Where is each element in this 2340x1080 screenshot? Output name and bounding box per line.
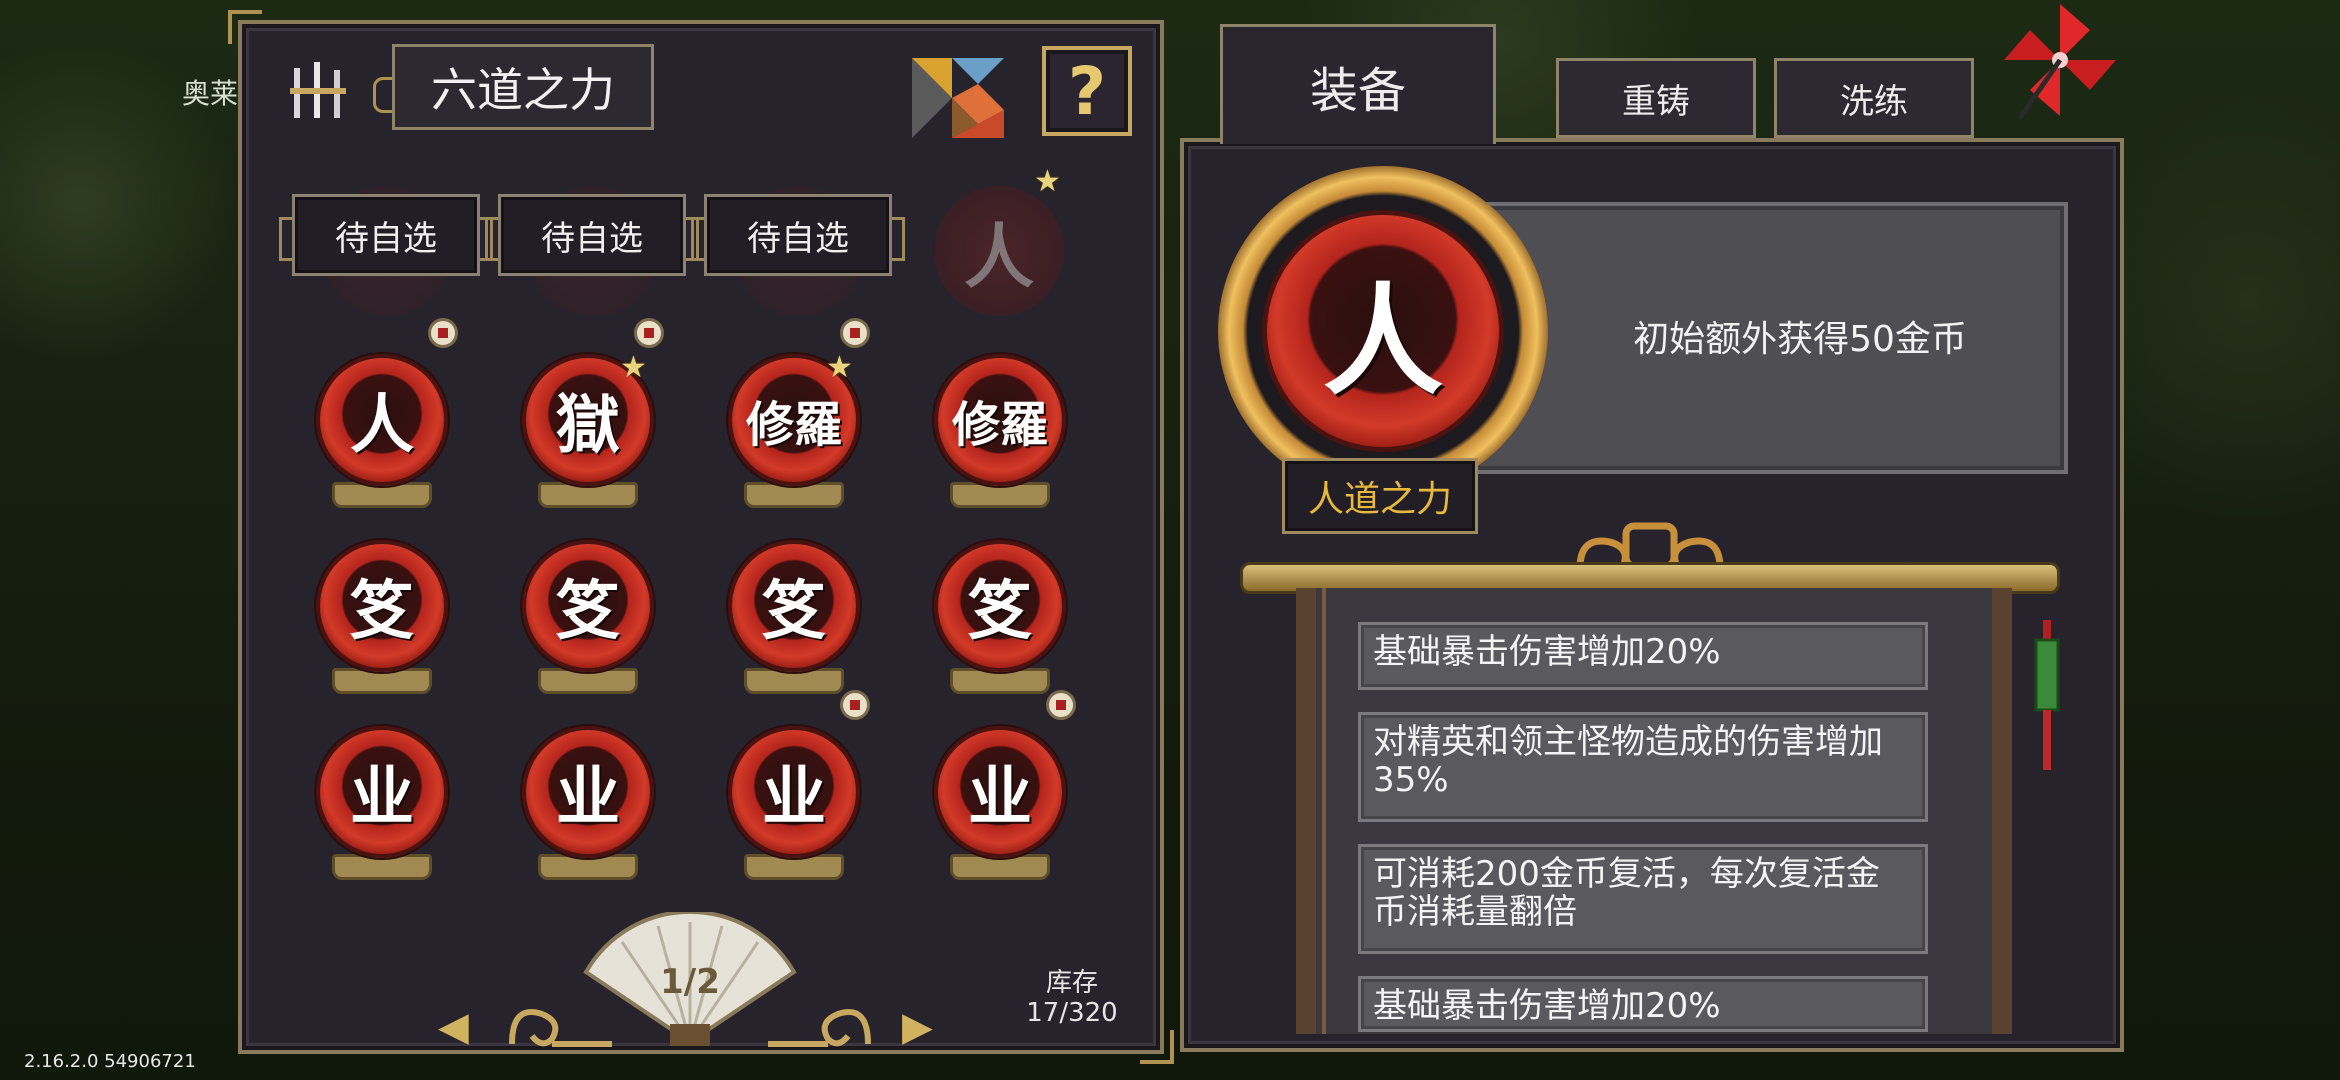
orb-slot[interactable]: 笅 [518, 540, 658, 710]
orb-slot[interactable]: 修羅 [930, 354, 1070, 524]
attribute-row-4: 基础暴击伤害增加20% [1358, 976, 1928, 1032]
player-name: 奥莱 [182, 77, 239, 110]
orb-slot[interactable]: 业 [312, 726, 452, 896]
orb-char: 修羅 [951, 397, 1048, 453]
stock-value: 17/320 [1026, 998, 1118, 1028]
corner-ornament [228, 10, 262, 44]
orb-slot[interactable]: 笅 [930, 540, 1070, 710]
tab-equip[interactable]: 装备 [1220, 24, 1496, 144]
orb-slot[interactable]: 人 [312, 354, 452, 524]
orb-char: 笅 [968, 574, 1032, 649]
orb-slot[interactable]: 笅 [312, 540, 452, 710]
coin-icon [840, 318, 870, 348]
next-page-arrow[interactable]: ▶ [902, 1004, 933, 1050]
orb-char: 业 [350, 760, 414, 835]
tangram-icon[interactable] [912, 58, 1004, 138]
orb-char: 业 [968, 760, 1032, 835]
selected-orb-char: 人 [1323, 271, 1443, 412]
coin-icon [1046, 690, 1076, 720]
power-description: 初始额外获得50金币 [1633, 319, 1967, 360]
help-button[interactable]: ? [1042, 46, 1132, 136]
page-indicator: 1/2 [660, 962, 720, 1002]
locked-slot-orb[interactable]: 人 [934, 186, 1064, 316]
tab-refine[interactable]: 洗练 [1774, 58, 1974, 138]
pinwheel-icon[interactable] [2000, 0, 2120, 120]
six-paths-panel: 六道之力 ? 人 ★ 待自选 待自选 待自选 人 獄 ★ 修羅 ★ 修羅 笅 笅… [228, 10, 1174, 1064]
stock-label: 库存 [1045, 968, 1098, 998]
pending-slot-3[interactable]: 待自选 [691, 194, 905, 276]
attribute-row-2: 对精英和领主怪物造成的伤害增加35% [1358, 712, 1928, 822]
corner-ornament [1140, 1030, 1174, 1064]
attribute-row-3: 可消耗200金币复活，每次复活金币消耗量翻倍 [1358, 844, 1928, 954]
coin-icon [840, 690, 870, 720]
orb-slot[interactable]: 笅 [724, 540, 864, 710]
orb-slot[interactable]: 业 [518, 726, 658, 896]
orb-char: 人 [350, 388, 414, 463]
version-label: 2.16.2.0 54906721 [24, 1051, 196, 1072]
star-icon: ★ [620, 350, 647, 385]
pending-slot-1[interactable]: 待自选 [279, 194, 493, 276]
tab-reforge[interactable]: 重铸 [1556, 58, 1756, 138]
pending-slot-2[interactable]: 待自选 [485, 194, 699, 276]
orb-slot[interactable]: 业 [930, 726, 1070, 896]
star-icon: ★ [1034, 164, 1061, 199]
star-icon: ★ [826, 350, 853, 385]
tassel-icon [2034, 620, 2060, 770]
orb-char: 业 [762, 760, 826, 835]
selected-power-name: 人道之力 [1282, 458, 1478, 534]
scroll-ornament [768, 1009, 871, 1047]
orb-char: 笅 [350, 574, 414, 649]
inventory-icon [290, 62, 346, 118]
coin-icon [634, 318, 664, 348]
panel-title: 六道之力 [373, 44, 654, 130]
orb-slot[interactable]: 业 [724, 726, 864, 896]
orb-char: 笅 [762, 574, 826, 649]
attribute-row-1: 基础暴击伤害增加20% [1358, 622, 1928, 690]
prev-page-arrow[interactable]: ◀ [438, 1004, 469, 1050]
orb-char: 业 [556, 760, 620, 835]
locked-slot-char: 人 [964, 215, 1034, 298]
orb-char: 笅 [556, 574, 620, 649]
coin-icon [428, 318, 458, 348]
